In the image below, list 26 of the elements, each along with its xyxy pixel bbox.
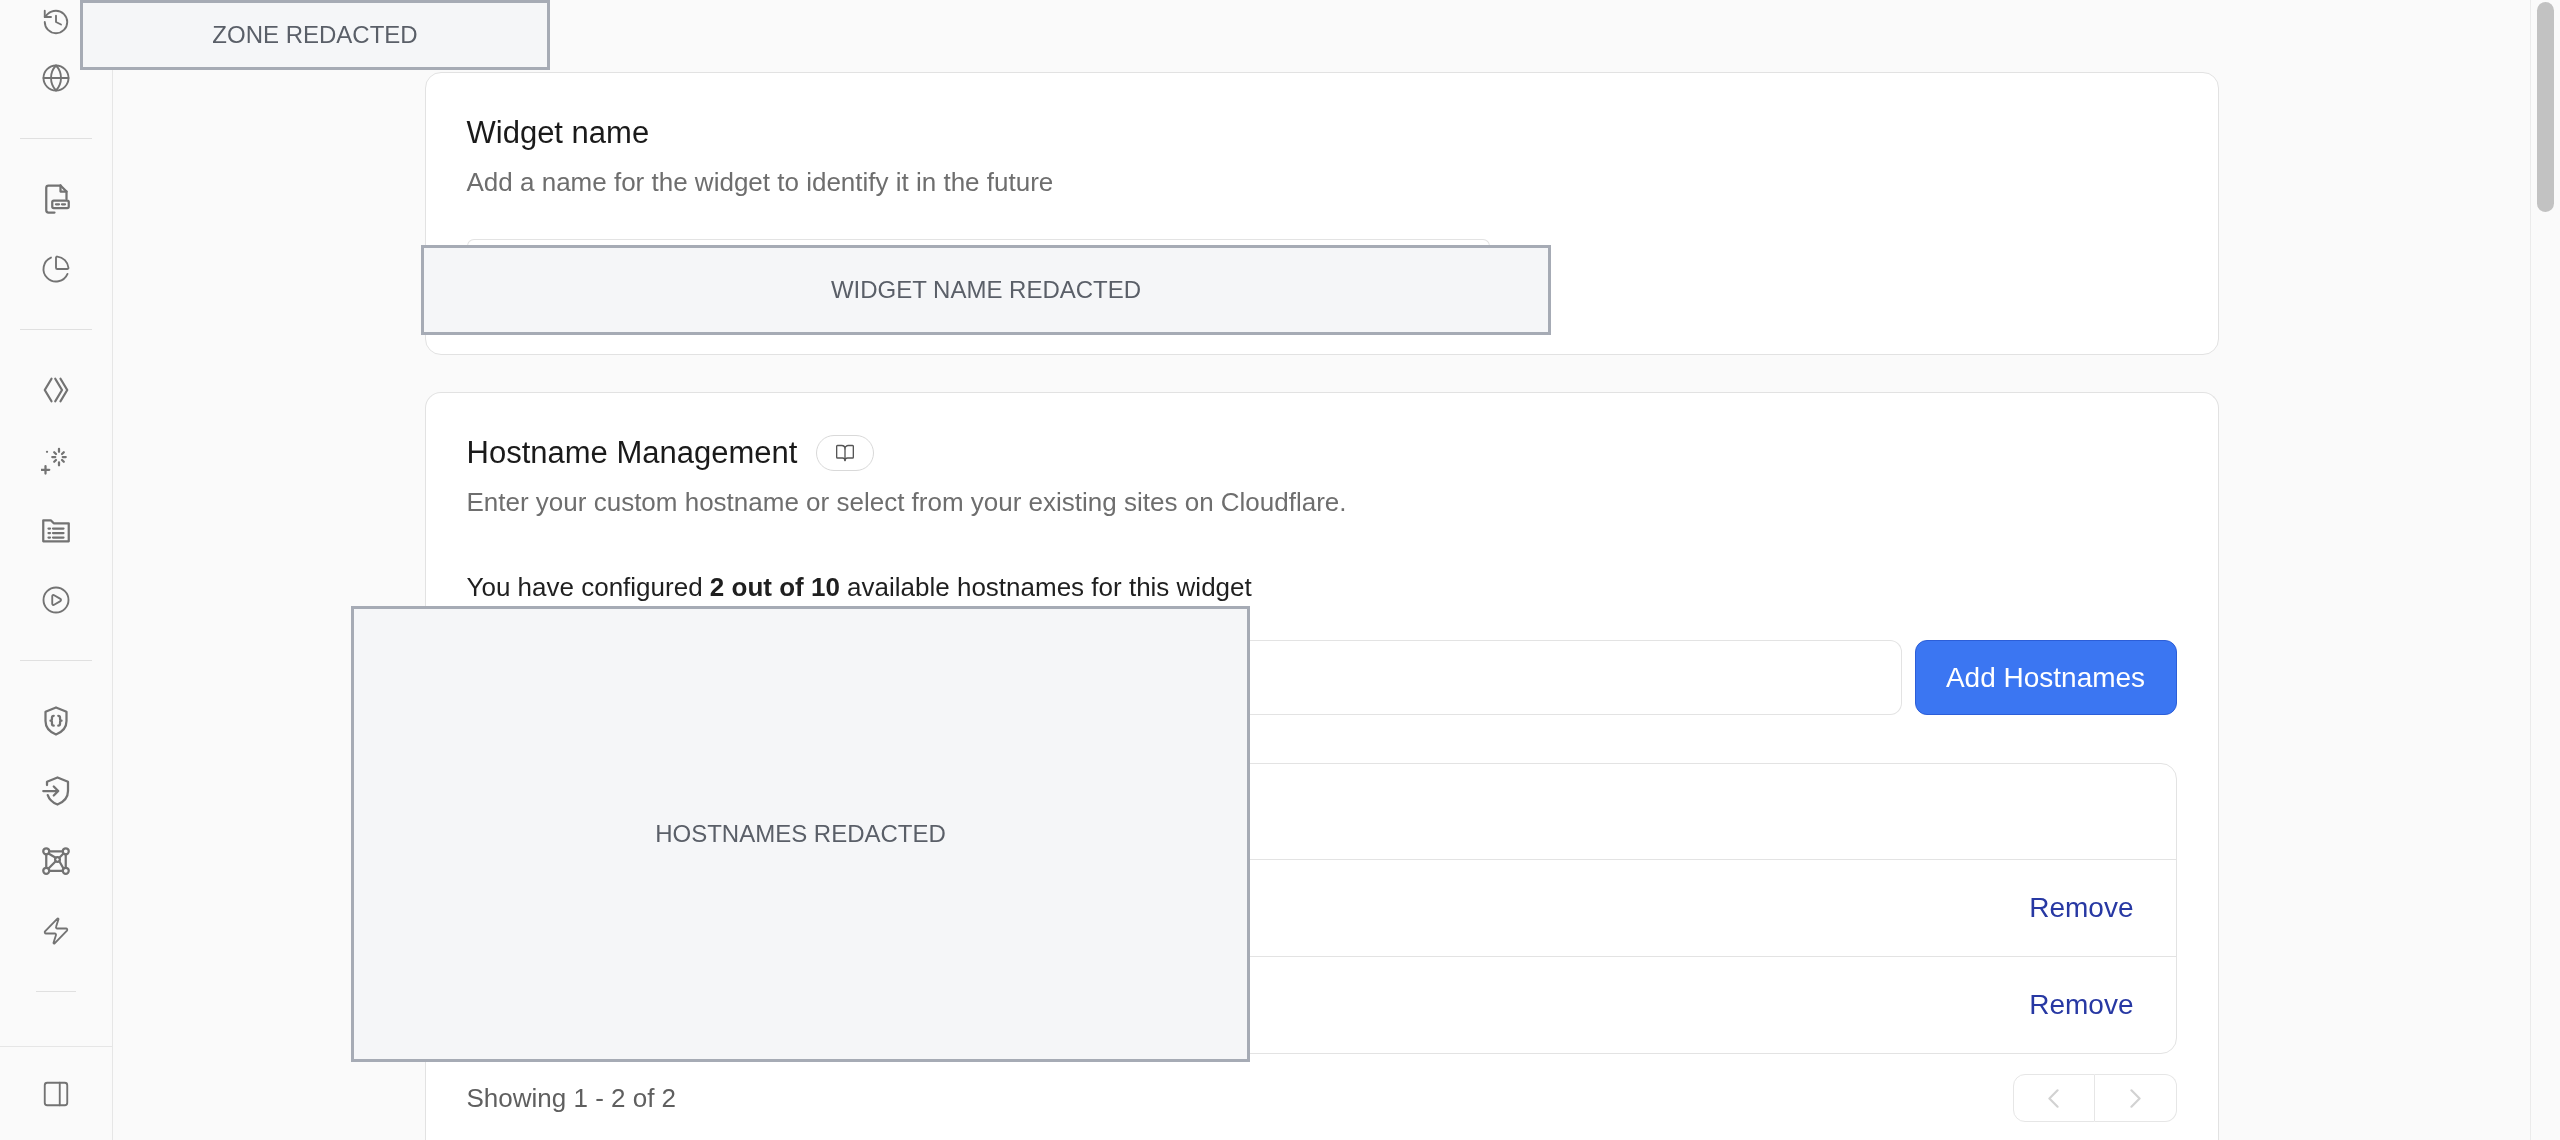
remove-link[interactable]: Remove: [2029, 984, 2134, 1026]
play-icon[interactable]: [41, 585, 71, 615]
shield-code-icon[interactable]: [41, 706, 71, 736]
remove-link[interactable]: Remove: [2029, 887, 2134, 929]
hostname-input-field[interactable]: [1249, 640, 1902, 715]
card-description: Add a name for the widget to identify it in the future: [466, 166, 1055, 199]
card-title: Hostname Management: [466, 434, 798, 472]
usage-text: You have configured 2 out of 10 available hostnames for this widget: [466, 571, 1253, 604]
redaction-block: HOSTNAMES REDACTED: [351, 606, 1250, 1062]
add-hostnames-button[interactable]: Add Hostnames: [1914, 640, 2177, 715]
pagination-summary: Showing 1 - 2 of 2: [466, 1081, 677, 1115]
pie-chart-icon[interactable]: [41, 254, 71, 284]
network-icon[interactable]: [41, 846, 71, 876]
scrollbar-thumb[interactable]: [2537, 2, 2554, 212]
card-title: Widget name: [466, 114, 651, 152]
card-description: Enter your custom hostname or select from your existing sites on Cloudflare.: [466, 486, 1348, 519]
book-icon: [835, 443, 856, 463]
code-icon[interactable]: [41, 375, 71, 405]
globe-icon[interactable]: [41, 63, 71, 93]
redaction-block: WIDGET NAME REDACTED: [421, 245, 1551, 335]
redaction-block: ZONE REDACTED: [80, 0, 550, 70]
docs-button[interactable]: [816, 435, 875, 471]
chevron-right-icon: [2129, 1088, 2141, 1108]
lightning-icon[interactable]: [41, 916, 71, 946]
chevron-left-icon: [2048, 1088, 2059, 1108]
shield-arrow-icon[interactable]: [41, 776, 71, 806]
